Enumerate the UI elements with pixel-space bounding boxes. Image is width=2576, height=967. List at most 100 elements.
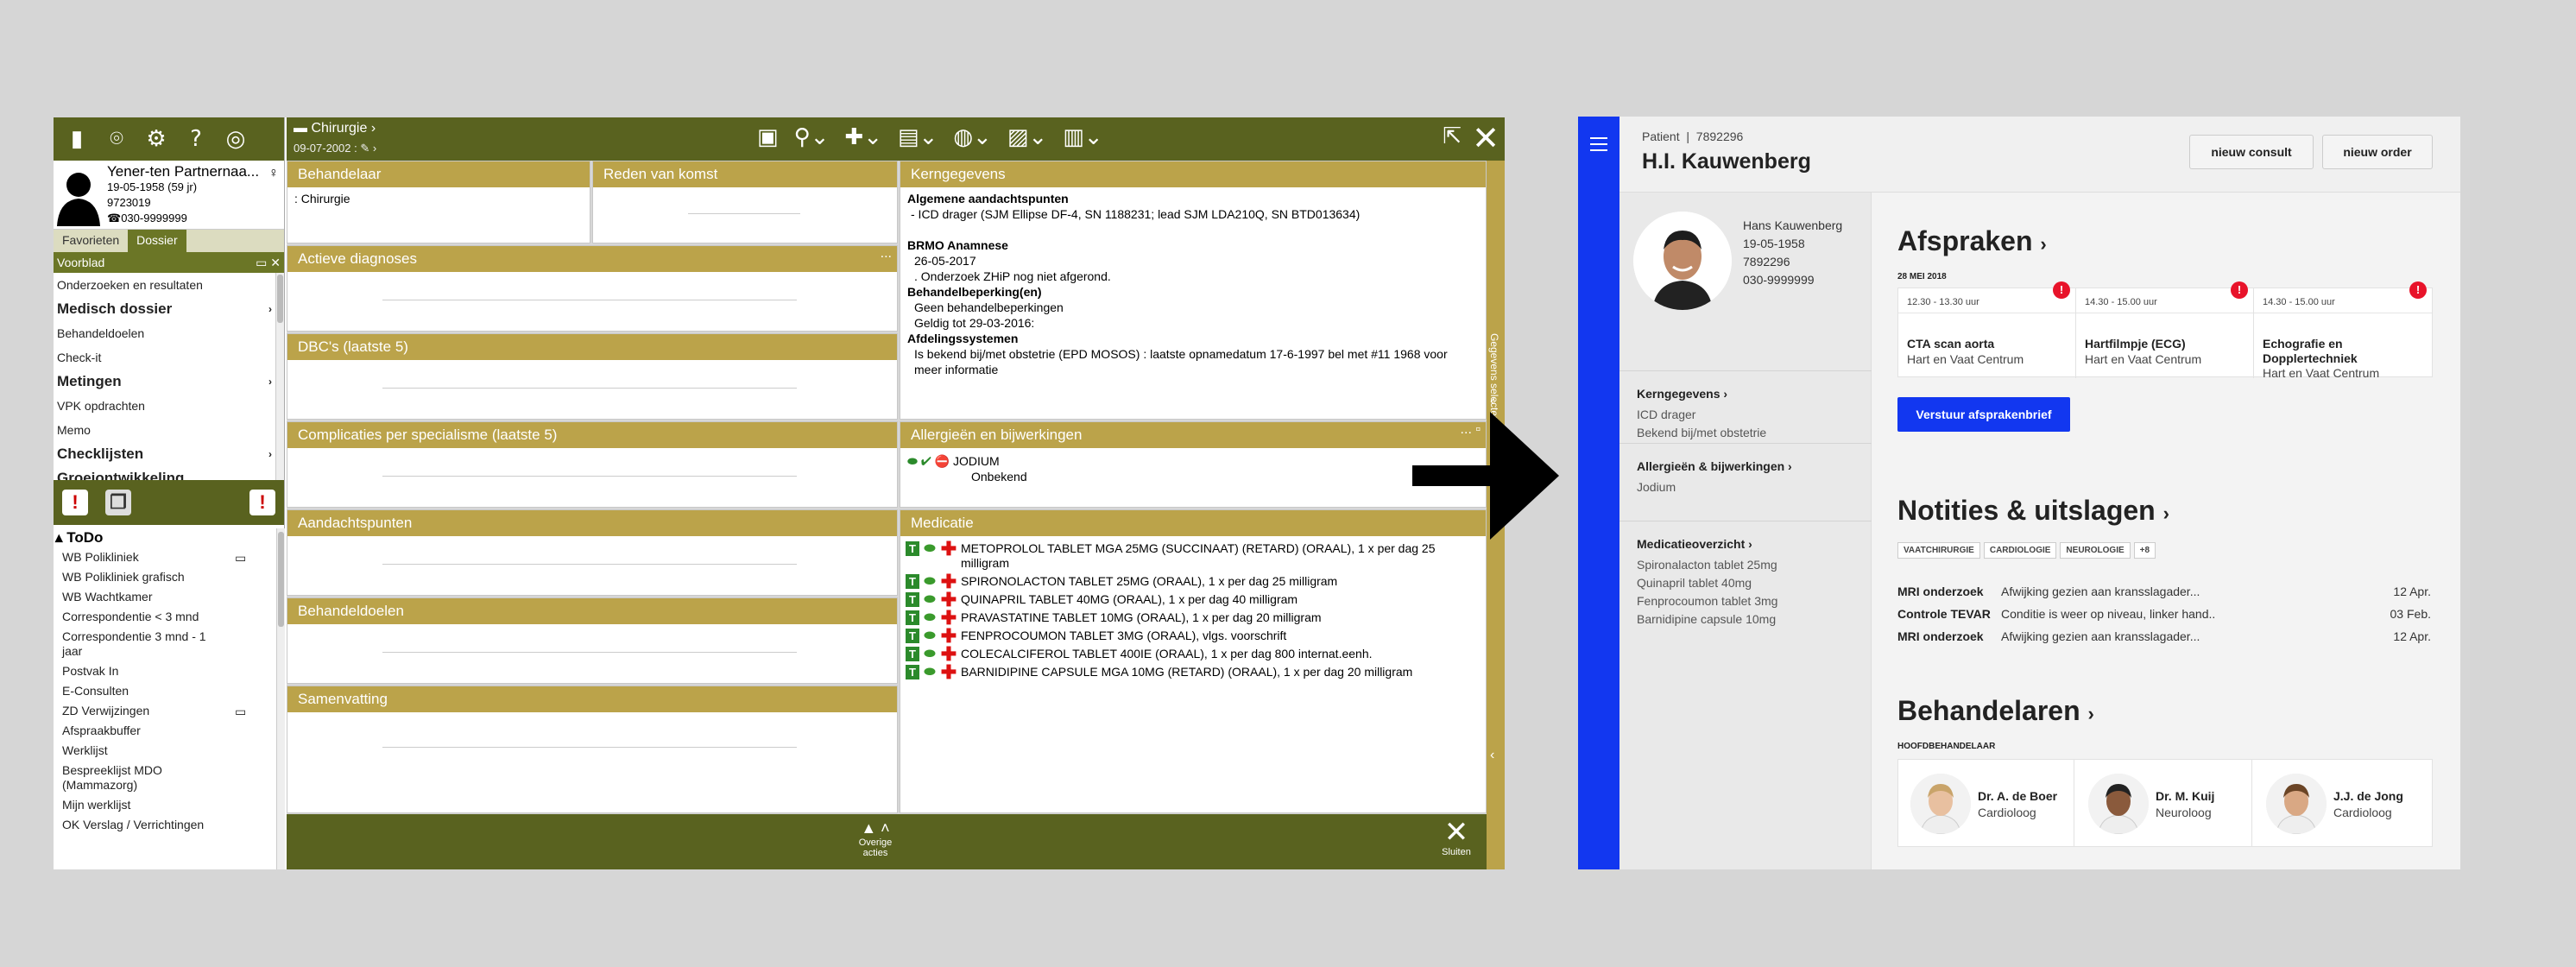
detail-name: Hans Kauwenberg: [1743, 218, 1843, 232]
filter-tag[interactable]: +8: [2133, 542, 2156, 559]
menu-item[interactable]: Behandeldoelen: [54, 321, 284, 345]
menu-item[interactable]: Memo: [54, 418, 284, 442]
nieuw-consult-button[interactable]: nieuw consult: [2189, 135, 2314, 169]
patient-header: Patient | 7892296 H.I. Kauwenberg nieuw …: [1619, 117, 2460, 193]
todo-item[interactable]: E-Consulten: [54, 681, 226, 701]
sidebar-item-voorblad[interactable]: Voorblad ▭ ✕: [54, 252, 284, 273]
behandelaren-heading[interactable]: Behandelaren ›: [1897, 695, 2094, 727]
note-row[interactable]: MRI onderzoek Afwijking gezien aan kranss…: [1897, 629, 2431, 650]
context-date[interactable]: 09-07-2002 : ✎ ›: [294, 142, 376, 155]
context-dept[interactable]: ▬ Chirurgie ›: [294, 121, 376, 136]
note-row[interactable]: MRI onderzoek Afwijking gezien aan kranss…: [1897, 585, 2431, 605]
medication-row[interactable]: T ⬬ ✚ FENPROCOUMON TABLET 3MG (ORAAL), vlgs…: [900, 627, 1486, 646]
doctor-name: Dr. M. Kuij: [2156, 789, 2215, 803]
doctor-card[interactable]: Dr. M. Kuij Neuroloog: [2076, 760, 2252, 846]
menu-item[interactable]: Checklijsten ›: [54, 442, 284, 466]
section-title[interactable]: Medicatieoverzicht ›: [1637, 537, 1854, 551]
medication-row[interactable]: T ⬬ ✚ METOPROLOL TABLET MGA 25MG (SUCCINAAT…: [900, 540, 1486, 572]
section-title[interactable]: Kerngegevens ›: [1637, 387, 1854, 401]
windows-icon[interactable]: ❐: [105, 490, 131, 515]
medication-row[interactable]: T ⬬ ✚ PRAVASTATINE TABLET 10MG (ORAAL), 1 x…: [900, 609, 1486, 628]
allergy-entry[interactable]: ⬬ ✔ ⛔ JODIUM Onbekend: [907, 453, 1027, 484]
section-title[interactable]: Allergieën & bijwerkingen ›: [1637, 459, 1854, 473]
todo-item-label: ZD Verwijzingen: [62, 704, 150, 717]
afspraken-heading[interactable]: Afspraken ›: [1897, 225, 2047, 257]
tab-favorieten[interactable]: Favorieten: [54, 230, 128, 252]
hamburger-menu-icon[interactable]: [1590, 137, 1607, 155]
doctor-card[interactable]: J.J. de Jong Cardioloog: [2254, 760, 2430, 846]
notities-heading[interactable]: Notities & uitslagen ›: [1897, 495, 2169, 527]
panel-kerngegevens: Kerngegevens Algemene aandachtspunten - …: [900, 161, 1487, 420]
todo-item[interactable]: Correspondentie < 3 mnd: [54, 607, 226, 627]
appointment-card[interactable]: 12.30 - 13.30 uur! CTA scan aorta Hart en …: [1898, 281, 2076, 378]
doctor-card[interactable]: Dr. A. de Boer Cardioloog: [1898, 760, 2074, 846]
todo-item[interactable]: Postvak In: [54, 661, 226, 681]
menu-item[interactable]: Onderzoeken en resultaten: [54, 273, 284, 297]
appointment-time: 14.30 - 15.00 uur: [2085, 297, 2157, 307]
todo-item[interactable]: ZD Verwijzingen ▭: [54, 701, 246, 721]
menu-item[interactable]: Medisch dossier ›: [54, 297, 284, 321]
note-type: MRI onderzoek: [1897, 585, 1984, 598]
todo-scrollbar[interactable]: [276, 528, 285, 869]
sidebar-item-label: Voorblad: [57, 256, 105, 269]
nieuw-order-button[interactable]: nieuw order: [2322, 135, 2433, 169]
todo-item[interactable]: WB Polikliniek ▭: [54, 547, 246, 567]
menu-item[interactable]: Metingen ›: [54, 370, 284, 394]
help-icon[interactable]: ?: [183, 126, 209, 152]
todo-item[interactable]: Correspondentie 3 mnd - 1 jaar: [54, 627, 226, 661]
globe-icon[interactable]: ◍⌄: [953, 124, 991, 150]
todo-item[interactable]: Bespreeklijst MDO (Mammazorg): [54, 761, 226, 795]
todo-item-label: Bespreeklijst MDO (Mammazorg): [62, 763, 162, 792]
monitor-icon[interactable]: ▭: [235, 705, 246, 719]
filter-tag[interactable]: VAATCHIRURGIE: [1897, 542, 1980, 559]
patient-name: Yener-ten Partnernaa...: [107, 163, 260, 180]
filter-tag[interactable]: NEUROLOGIE: [2060, 542, 2131, 559]
todo-item[interactable]: WB Polikliniek grafisch: [54, 567, 226, 587]
medication-row[interactable]: T ⬬ ✚ COLECALCIFEROL TABLET 400IE (ORAAL), …: [900, 645, 1486, 664]
target-icon[interactable]: ◎: [223, 126, 249, 152]
appointment-card[interactable]: 14.30 - 15.00 uur! Echografie en Dopplert…: [2254, 281, 2432, 380]
alert-icon-right[interactable]: !: [249, 490, 275, 515]
export-icon[interactable]: ⇱: [1443, 123, 1462, 149]
printer-icon[interactable]: ▥⌄: [1063, 124, 1102, 150]
medication-row[interactable]: T ⬬ ✚ SPIRONOLACTON TABLET 25MG (ORAAL), 1 …: [900, 572, 1486, 591]
sluiten-button[interactable]: ✕ Sluiten: [1435, 818, 1478, 857]
todo-item-label: Mijn werklijst: [62, 798, 131, 812]
filter-tags: VAATCHIRURGIE CARDIOLOGIE NEUROLOGIE +8: [1897, 541, 2159, 559]
todo-item[interactable]: Werklijst: [54, 741, 226, 761]
overige-acties-button[interactable]: ▲ ˄ Overige acties: [849, 819, 901, 858]
person-search-icon[interactable]: ⚲⌄: [794, 124, 830, 150]
binoculars-icon[interactable]: ⌾: [104, 126, 129, 152]
book-icon[interactable]: ▮: [64, 126, 90, 152]
medication-row[interactable]: T ⬬ ✚ QUINAPRIL TABLET 40MG (ORAAL), 1 x pe…: [900, 591, 1486, 610]
document-icon[interactable]: ▤⌄: [898, 124, 938, 150]
monitor-icon[interactable]: ▭: [235, 551, 246, 566]
add-icon[interactable]: ✚⌄: [844, 124, 882, 150]
calendar-icon[interactable]: ▣: [757, 124, 779, 150]
monitor-close-icon[interactable]: ▭ ✕: [256, 252, 281, 273]
todo-item[interactable]: Afspraakbuffer: [54, 721, 226, 741]
tab-dossier[interactable]: Dossier: [128, 230, 186, 252]
verstuur-afsprakenbrief-button[interactable]: Verstuur afsprakenbrief: [1897, 397, 2070, 432]
menu-item[interactable]: Groeiontwikkeling: [54, 466, 284, 480]
panel-actieve-diagnoses: Actieve diagnoses...: [287, 245, 898, 332]
todo-title[interactable]: ▴ ToDo: [54, 528, 285, 547]
menu-scrollbar[interactable]: [275, 273, 284, 480]
note-row[interactable]: Controle TEVAR Conditie is weer op niveau…: [1897, 607, 2431, 628]
menu-item[interactable]: Check-it: [54, 345, 284, 370]
image-icon[interactable]: ▨⌄: [1007, 124, 1047, 150]
alert-icon[interactable]: !: [62, 490, 88, 515]
todo-item[interactable]: Mijn werklijst: [54, 795, 226, 815]
gear-icon[interactable]: ⚙: [143, 126, 169, 152]
todo-item[interactable]: WB Wachtkamer: [54, 587, 226, 607]
menu-item-label: Groeiontwikkeling: [57, 470, 185, 480]
appointment-card[interactable]: 14.30 - 15.00 uur! Hartfilmpje (ECG) Hart …: [2076, 281, 2254, 378]
medication-row[interactable]: T ⬬ ✚ BARNIDIPINE CAPSULE MGA 10MG (RETARD)…: [900, 663, 1486, 682]
todo-item[interactable]: OK Verslag / Verrichtingen: [54, 815, 226, 835]
chevron-left-icon[interactable]: ‹: [1490, 748, 1494, 763]
note-date: 12 Apr.: [2393, 629, 2431, 643]
close-icon[interactable]: ✕: [1472, 119, 1500, 158]
kern-heading: Algemene aandachtspunten: [907, 192, 1069, 205]
menu-item[interactable]: VPK opdrachten: [54, 394, 284, 418]
filter-tag[interactable]: CARDIOLOGIE: [1983, 542, 2057, 559]
